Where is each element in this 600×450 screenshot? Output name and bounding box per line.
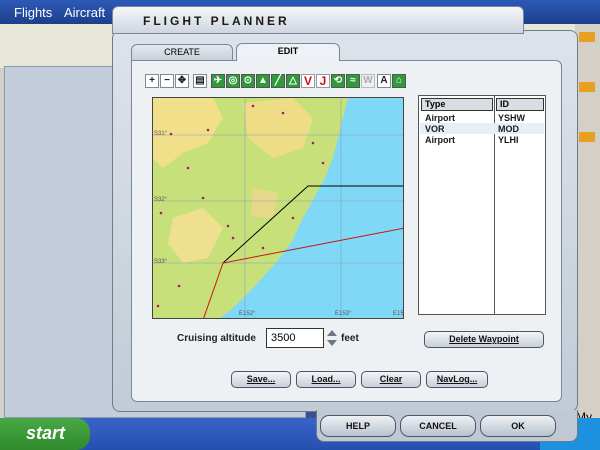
waypoint-table[interactable]: Type ID Airport YSHW VOR MOD Airport YLH… bbox=[418, 95, 546, 315]
route-map[interactable]: S31° S32° S33° E152° E153° E15 bbox=[152, 97, 404, 319]
dialog-title-bar[interactable]: FLIGHT PLANNER bbox=[112, 6, 524, 34]
cruising-altitude-input[interactable] bbox=[266, 328, 324, 348]
altitude-units: feet bbox=[341, 333, 359, 344]
save-button[interactable]: Save... bbox=[231, 371, 291, 388]
waypoint-type[interactable]: Airport bbox=[425, 135, 455, 145]
center-icon[interactable]: ✥ bbox=[175, 74, 189, 88]
victor-airway-icon[interactable]: V bbox=[301, 74, 315, 88]
tab-edit[interactable]: EDIT bbox=[236, 43, 340, 61]
map-canvas bbox=[153, 98, 403, 318]
map-lon-label: E153° bbox=[335, 311, 352, 317]
intersection-filter-icon[interactable]: ▲ bbox=[256, 74, 270, 88]
tray-icon bbox=[579, 132, 595, 142]
map-lat-label: S33° bbox=[154, 259, 168, 265]
clear-button[interactable]: Clear bbox=[361, 371, 421, 388]
zoom-out-icon[interactable]: − bbox=[160, 74, 174, 88]
waypoint-id[interactable]: YSHW bbox=[498, 113, 525, 123]
help-button[interactable]: HELP bbox=[320, 415, 396, 437]
delete-waypoint-button[interactable]: Delete Waypoint bbox=[424, 331, 544, 348]
tab-create[interactable]: CREATE bbox=[131, 44, 233, 60]
wind-icon[interactable]: ≈ bbox=[346, 74, 360, 88]
background-right-strip bbox=[575, 24, 600, 424]
column-header-type[interactable]: Type bbox=[421, 98, 493, 111]
load-button[interactable]: Load... bbox=[296, 371, 356, 388]
waypoint-type[interactable]: VOR bbox=[425, 124, 445, 134]
airport-icon[interactable]: ⌂ bbox=[392, 74, 406, 88]
map-lon-label: E152° bbox=[239, 311, 256, 317]
label-icon[interactable]: A bbox=[377, 74, 391, 88]
dialog-title: FLIGHT PLANNER bbox=[143, 14, 290, 28]
waypoint-id[interactable]: YLHI bbox=[498, 135, 519, 145]
map-lat-label: S32° bbox=[154, 197, 168, 203]
map-lat-label: S31° bbox=[154, 131, 168, 137]
print-icon[interactable]: ▤ bbox=[193, 74, 207, 88]
menu-aircraft[interactable]: Aircraft bbox=[64, 5, 105, 20]
ok-button[interactable]: OK bbox=[480, 415, 556, 437]
waypoint-type[interactable]: Airport bbox=[425, 113, 455, 123]
column-header-id[interactable]: ID bbox=[496, 98, 544, 111]
start-button[interactable]: start bbox=[0, 418, 90, 450]
zoom-in-icon[interactable]: + bbox=[145, 74, 159, 88]
cruising-altitude-label: Cruising altitude bbox=[177, 333, 256, 344]
ndb-filter-icon[interactable]: ⊙ bbox=[241, 74, 255, 88]
tray-icon bbox=[579, 82, 595, 92]
tray-icon bbox=[579, 32, 595, 42]
altitude-spinner-icon[interactable] bbox=[326, 329, 338, 347]
navlog-button[interactable]: NavLog... bbox=[426, 371, 488, 388]
vor-filter-icon[interactable]: ◎ bbox=[226, 74, 240, 88]
airport-filter-icon[interactable]: ✈ bbox=[211, 74, 225, 88]
menu-flights[interactable]: Flights bbox=[14, 5, 52, 20]
weather-icon: W bbox=[361, 74, 375, 88]
waypoint-id[interactable]: MOD bbox=[498, 124, 519, 134]
airway-high-icon[interactable]: △ bbox=[286, 74, 300, 88]
airway-low-icon[interactable]: ╱ bbox=[271, 74, 285, 88]
jet-route-icon[interactable]: J bbox=[316, 74, 330, 88]
route-icon[interactable]: ⟲ bbox=[331, 74, 345, 88]
map-lon-label: E15 bbox=[393, 311, 404, 317]
cancel-button[interactable]: CANCEL bbox=[400, 415, 476, 437]
